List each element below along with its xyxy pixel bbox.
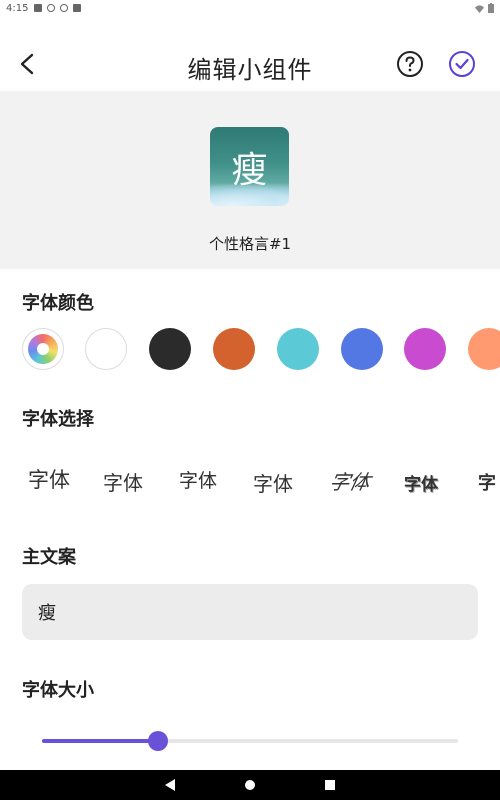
font-option[interactable]: 字体 <box>179 466 217 493</box>
nav-home-icon[interactable] <box>245 780 255 790</box>
font-select-label: 字体选择 <box>22 409 94 430</box>
app-bar: 编辑小组件 <box>0 38 500 90</box>
main-text-label: 主文案 <box>22 547 76 568</box>
battery-icon <box>488 3 494 13</box>
nav-recent-apps-icon[interactable] <box>325 780 335 790</box>
font-option[interactable]: 字体 <box>28 464 70 494</box>
font-option[interactable]: 字体 <box>253 468 293 497</box>
slider-thumb[interactable] <box>148 731 169 751</box>
slider-fill <box>42 739 159 743</box>
widget-preview-text: 瘦 <box>231 150 268 191</box>
color-swatch-cyan[interactable] <box>277 328 319 370</box>
custom-color-picker[interactable] <box>22 328 64 370</box>
color-wheel-icon <box>28 334 58 364</box>
sim-icon <box>73 4 82 12</box>
wifi-signal-icon <box>475 4 484 13</box>
status-time: 4:15 <box>6 2 29 14</box>
main-text-input[interactable]: 瘦 <box>22 584 478 640</box>
status-bar: 4:15 <box>0 0 500 16</box>
color-swatch-row <box>0 328 500 372</box>
color-swatch-magenta[interactable] <box>404 328 446 370</box>
widget-preview: 瘦 <box>210 127 289 206</box>
page-title: 编辑小组件 <box>187 56 313 84</box>
check-circle-icon <box>449 51 475 77</box>
widget-name: 个性格言#1 <box>208 235 292 253</box>
font-option[interactable]: 字体 <box>103 467 143 496</box>
color-swatch-blue[interactable] <box>341 328 383 370</box>
font-size-slider[interactable] <box>42 730 458 752</box>
font-option-row: 字体 字体 字体 字体 字体 字体 字 <box>0 460 500 500</box>
confirm-button[interactable] <box>448 50 476 78</box>
help-circle-icon <box>397 51 423 77</box>
widget-preview-area: 瘦 个性格言#1 <box>0 91 500 269</box>
font-color-label: 字体颜色 <box>22 293 94 314</box>
font-option[interactable]: 字体 <box>327 466 373 495</box>
font-option[interactable]: 字 <box>478 469 496 495</box>
color-swatch-peach[interactable] <box>468 328 500 370</box>
color-swatch-orange[interactable] <box>213 328 255 370</box>
font-size-label: 字体大小 <box>22 680 94 701</box>
system-nav-bar <box>0 770 500 800</box>
sync-icon <box>60 4 69 12</box>
nav-back-icon[interactable] <box>164 778 176 792</box>
wifi-status-icon <box>47 4 56 12</box>
notification-icon <box>34 4 43 12</box>
font-option[interactable]: 字体 <box>404 470 438 495</box>
color-swatch-black[interactable] <box>149 328 191 370</box>
help-button[interactable] <box>396 50 424 78</box>
color-swatch-white[interactable] <box>85 328 127 370</box>
